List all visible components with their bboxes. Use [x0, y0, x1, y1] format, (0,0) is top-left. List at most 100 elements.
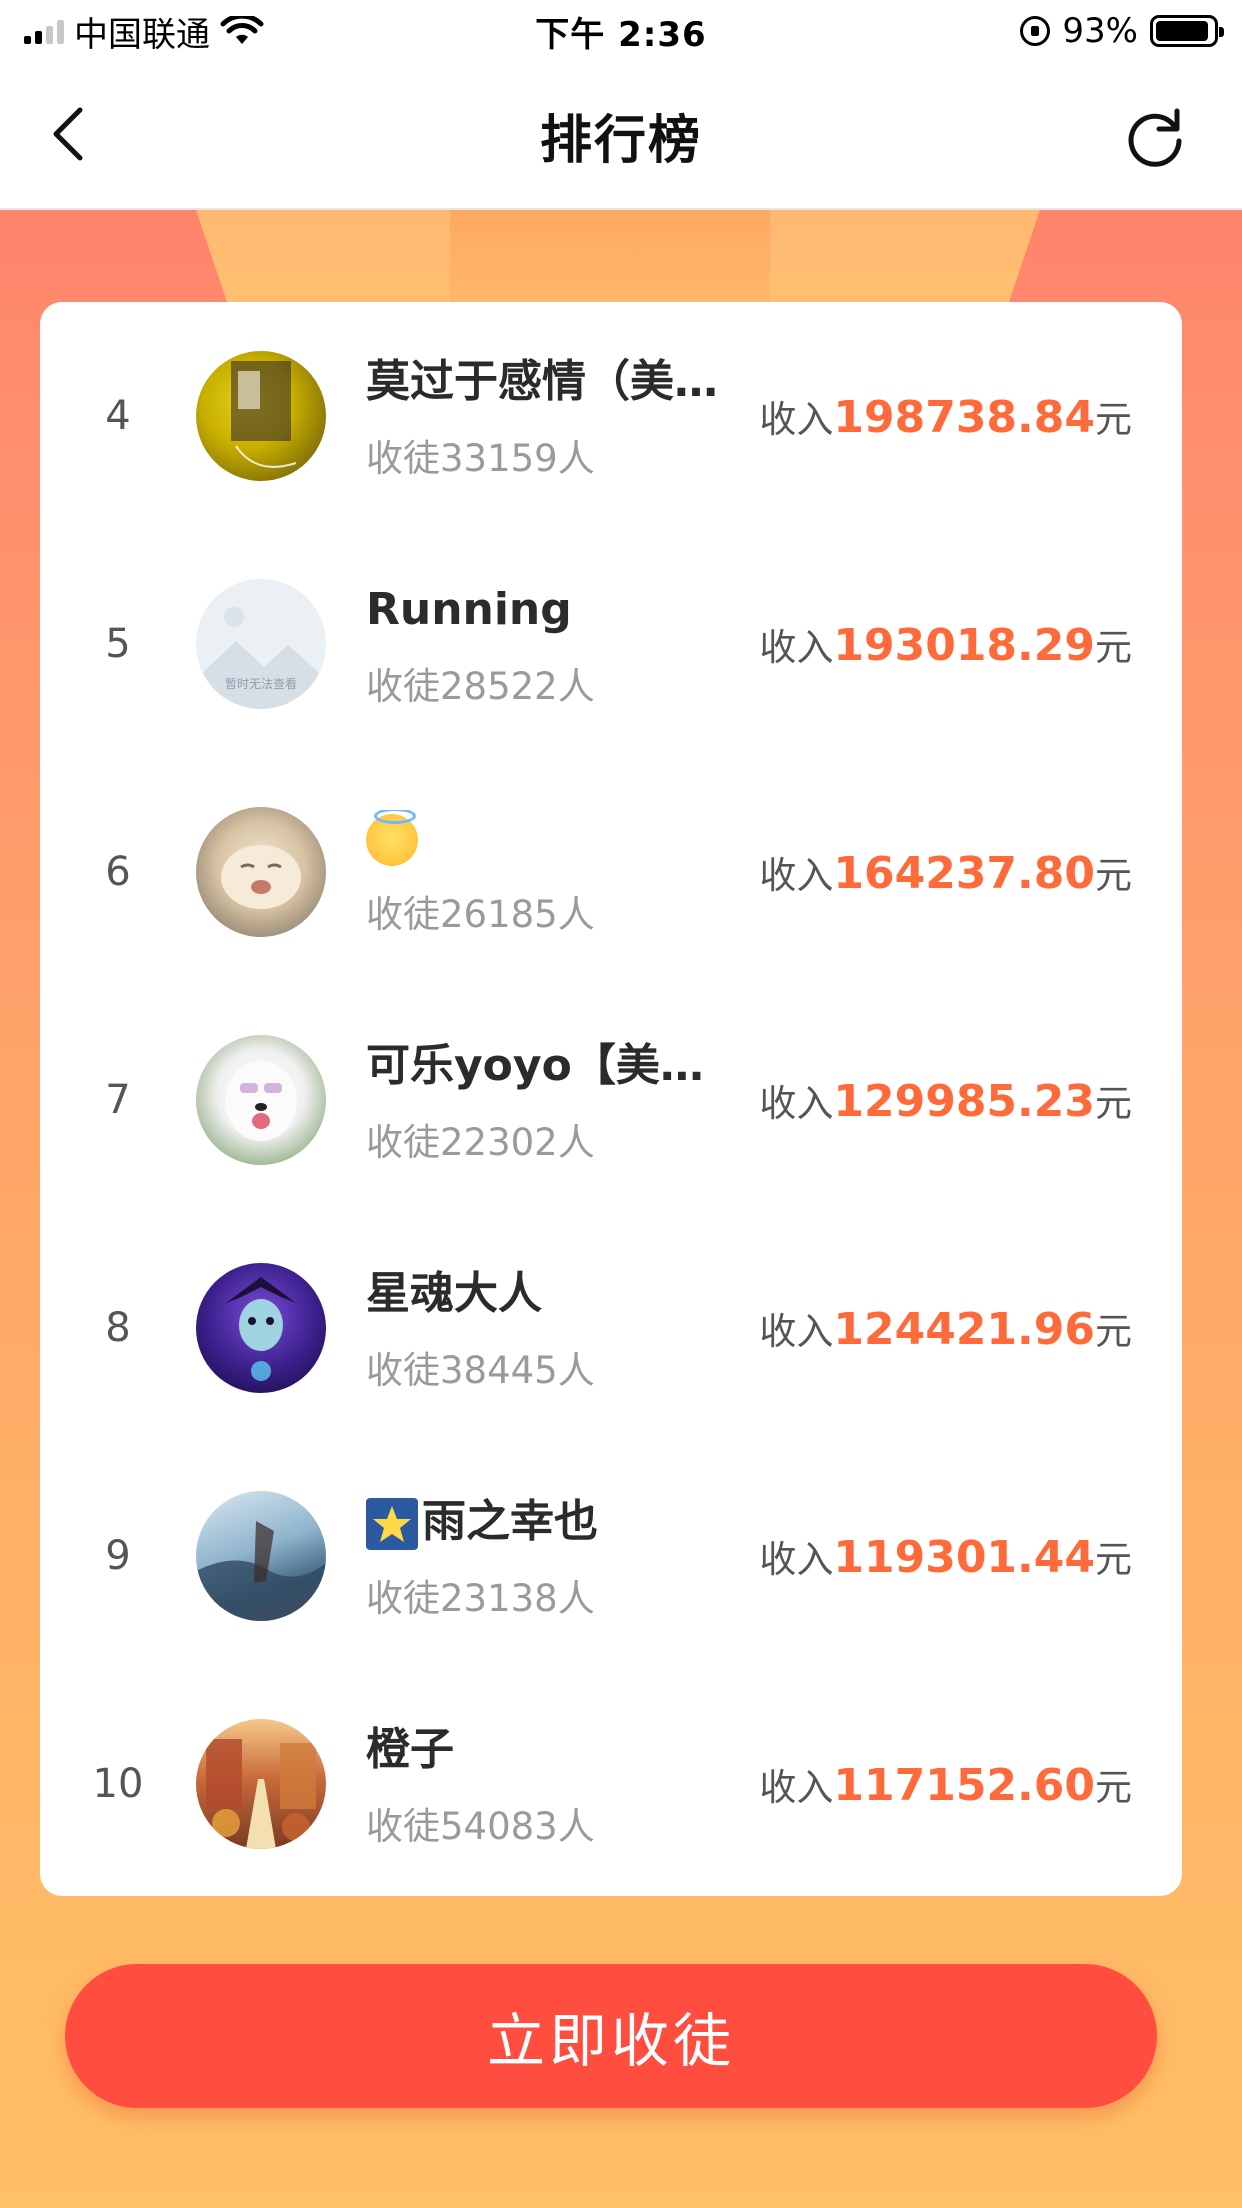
avatar[interactable] — [196, 807, 326, 937]
rank-number: 6 — [105, 849, 131, 895]
status-time: 下午 2:36 — [535, 14, 707, 55]
rank-number: 7 — [105, 1077, 131, 1123]
income-prefix: 收入 — [759, 1766, 834, 1809]
podium-column-3 — [770, 210, 1040, 306]
income-amount: 119301.44 — [833, 1532, 1095, 1583]
user-name: 莫过于感情（美… — [366, 356, 718, 407]
rank-number: 5 — [105, 621, 131, 667]
avatar[interactable] — [196, 1719, 326, 1849]
cat-photo-icon — [221, 845, 301, 909]
income-amount: 164237.80 — [833, 848, 1095, 899]
podium-decoration — [0, 210, 1242, 306]
income-prefix: 收入 — [759, 1538, 834, 1581]
user-followers: 收徒38445人 — [366, 1349, 595, 1392]
income-unit: 元 — [1095, 854, 1132, 897]
avatar[interactable] — [196, 351, 326, 481]
character-photo-icon — [226, 1277, 296, 1381]
income: 收入117152.60元 — [759, 1757, 1132, 1811]
income: 收入164237.80元 — [759, 845, 1132, 899]
income: 收入124421.96元 — [759, 1301, 1132, 1355]
user-name: 星魂大人 — [366, 1268, 542, 1319]
income-amount: 124421.96 — [833, 1304, 1095, 1355]
refresh-icon — [1128, 108, 1182, 167]
user-info: 星魂大人 收徒38445人 — [366, 1266, 736, 1394]
carrier-label: 中国联通 — [74, 14, 210, 55]
user-followers: 收徒54083人 — [366, 1805, 595, 1848]
user-info: Running 收徒28522人 — [366, 582, 736, 710]
ranking-row[interactable]: 9 雨之幸也 收徒23138人 收入119301.44元 — [40, 1442, 1182, 1670]
nav-bar: 排行榜 — [0, 62, 1242, 210]
ranking-row[interactable]: 5 暂时无法查看 Running 收徒28522人 收入193018.29元 — [40, 530, 1182, 758]
user-name: 雨之幸也 — [366, 1494, 736, 1550]
user-info: 莫过于感情（美… 收徒33159人 — [366, 354, 736, 482]
user-name: Running — [366, 584, 572, 635]
avatar-placeholder-text: 暂时无法查看 — [224, 677, 297, 691]
rotation-lock-icon — [1020, 16, 1051, 46]
income: 收入119301.44元 — [759, 1529, 1132, 1583]
ranking-row[interactable]: 4 莫过于感情（美… 收徒33159人 收入198738.84元 — [40, 302, 1182, 530]
rank-number: 10 — [92, 1761, 144, 1807]
battery-fill — [1156, 21, 1209, 41]
user-name — [366, 810, 736, 866]
cellular-signal-icon — [24, 18, 64, 44]
street-photo-icon — [206, 1739, 316, 1849]
status-bar: 中国联通 下午 2:36 93% — [0, 0, 1242, 62]
user-followers: 收徒22302人 — [366, 1121, 595, 1164]
user-followers: 收徒26185人 — [366, 893, 595, 936]
income-amount: 129985.23 — [833, 1076, 1095, 1127]
battery-icon — [1150, 15, 1224, 47]
ranking-row[interactable]: 7 可乐yoyo【美逛… 收徒22302人 收入129985.23元 — [40, 986, 1182, 1214]
rank-number: 4 — [105, 393, 131, 439]
income-prefix: 收入 — [759, 854, 834, 897]
ranking-row[interactable]: 8 星魂大人 收徒38445人 收入124421.96元 — [40, 1214, 1182, 1442]
user-name: 橙子 — [366, 1724, 454, 1775]
income-amount: 193018.29 — [833, 620, 1095, 671]
income-unit: 元 — [1095, 1538, 1132, 1581]
income-prefix: 收入 — [759, 398, 834, 441]
user-name-text: 雨之幸也 — [422, 1496, 598, 1547]
income-unit: 元 — [1095, 1082, 1132, 1125]
income-unit: 元 — [1095, 1766, 1132, 1809]
rank-number: 8 — [105, 1305, 131, 1351]
user-info: 可乐yoyo【美逛… 收徒22302人 — [366, 1038, 736, 1166]
user-info: 橙子 收徒54083人 — [366, 1722, 736, 1850]
back-button[interactable] — [36, 102, 100, 166]
angel-emoji-icon — [366, 810, 418, 866]
chevron-left-icon — [53, 107, 83, 161]
user-name: 可乐yoyo【美逛… — [366, 1040, 736, 1091]
user-followers: 收徒33159人 — [366, 437, 595, 480]
avatar[interactable]: 暂时无法查看 — [196, 579, 326, 709]
user-followers: 收徒28522人 — [366, 665, 595, 708]
income-unit: 元 — [1095, 398, 1132, 441]
income-prefix: 收入 — [759, 1082, 834, 1125]
user-info: 收徒26185人 — [366, 810, 736, 938]
rank-number: 9 — [105, 1533, 131, 1579]
wifi-icon — [220, 16, 264, 44]
page-title: 排行榜 — [539, 110, 702, 171]
status-right: 93% — [818, 11, 1224, 51]
income-amount: 117152.60 — [833, 1760, 1095, 1811]
ranking-row[interactable]: 10 橙子 收徒54083人 收入117152.60元 — [40, 1670, 1182, 1898]
status-left: 中国联通 — [24, 7, 424, 56]
recruit-now-button[interactable]: 立即收徒 — [65, 1964, 1157, 2108]
avatar-image-icon — [231, 361, 297, 468]
ranking-row[interactable]: 6 收徒26185人 收入164237.80元 — [40, 758, 1182, 986]
avatar[interactable] — [196, 1263, 326, 1393]
avatar[interactable] — [196, 1035, 326, 1165]
income-amount: 198738.84 — [833, 392, 1095, 443]
income-unit: 元 — [1095, 1310, 1132, 1353]
battery-percent: 93% — [1062, 11, 1138, 51]
income-unit: 元 — [1095, 626, 1132, 669]
landscape-photo-icon — [196, 1521, 326, 1621]
income-prefix: 收入 — [759, 1310, 834, 1353]
income-prefix: 收入 — [759, 626, 834, 669]
income: 收入193018.29元 — [759, 617, 1132, 671]
user-followers: 收徒23138人 — [366, 1577, 595, 1620]
dog-photo-icon — [225, 1061, 297, 1141]
refresh-button[interactable] — [1120, 102, 1190, 172]
user-info: 雨之幸也 收徒23138人 — [366, 1494, 736, 1622]
ranking-list: 4 莫过于感情（美… 收徒33159人 收入198738.84元 5 暂时无法查… — [40, 302, 1182, 1896]
income: 收入129985.23元 — [759, 1073, 1132, 1127]
podium-column-1 — [450, 210, 800, 306]
avatar[interactable] — [196, 1491, 326, 1621]
